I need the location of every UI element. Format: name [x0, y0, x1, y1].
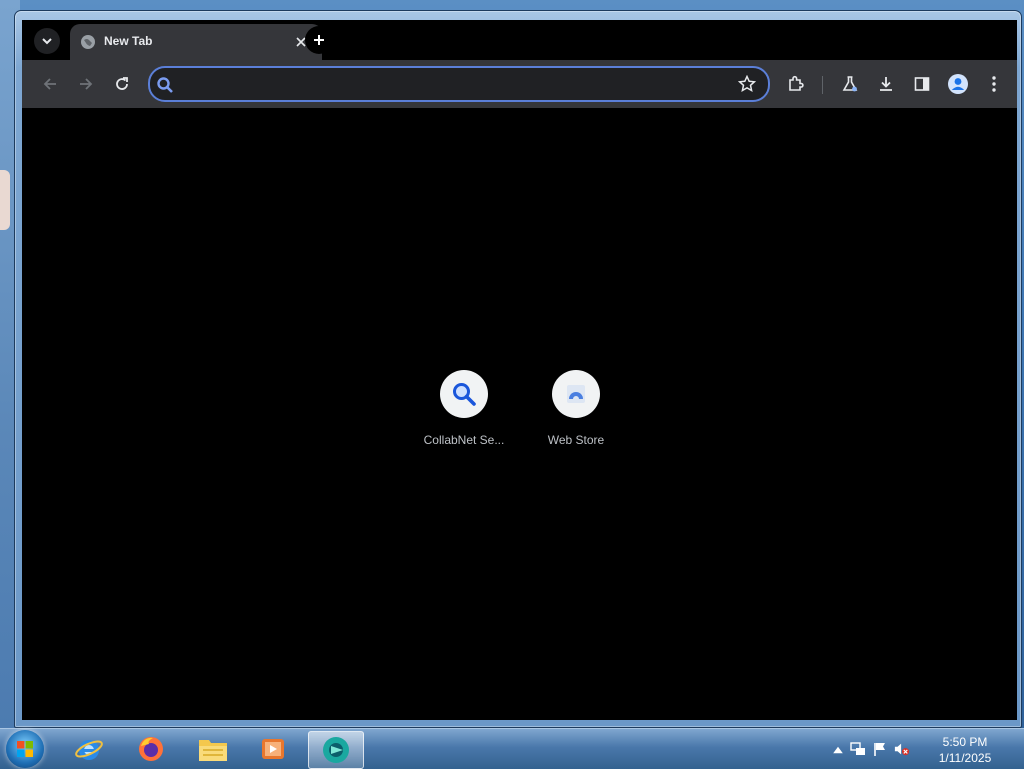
action-center-flag-icon[interactable] [872, 741, 888, 757]
extensions-icon [789, 75, 804, 91]
network-icon[interactable] [850, 741, 866, 757]
toolbar-separator [822, 76, 823, 94]
clock-time: 5:50 PM [942, 735, 988, 749]
back-button[interactable] [38, 72, 62, 96]
file-explorer-icon [199, 740, 227, 761]
taskbar-file-explorer[interactable] [186, 731, 240, 767]
start-button[interactable] [6, 730, 44, 768]
shortcut-tile[interactable]: Web Store [520, 370, 632, 447]
reload-button[interactable] [110, 72, 134, 96]
chevron-down-icon [42, 38, 52, 45]
back-icon [43, 78, 56, 90]
profile-icon [948, 74, 968, 94]
side-panel-icon [914, 77, 930, 91]
web-store-icon [567, 385, 585, 403]
plus-icon [314, 35, 324, 45]
reload-icon [116, 77, 128, 90]
show-hidden-icons-arrow-icon[interactable] [830, 742, 846, 758]
menu-icon [992, 76, 996, 92]
tab-title: New Tab [104, 34, 153, 48]
forward-button[interactable] [74, 72, 98, 96]
tab-new-tab[interactable]: New Tab [70, 24, 322, 60]
shortcut-label: CollabNet Se... [423, 433, 505, 447]
bookmark-star-icon[interactable] [738, 75, 756, 93]
side-panel-button[interactable] [910, 72, 934, 96]
chrome-app-icon [323, 737, 349, 763]
taskbar-clock[interactable]: 5:50 PM 1/11/2025 [930, 734, 1000, 766]
search-icon [157, 77, 173, 93]
taskbar-firefox[interactable] [124, 731, 178, 767]
taskbar: 5:50 PM 1/11/2025 [0, 728, 1024, 769]
shortcut-tile[interactable]: CollabNet Se... [408, 370, 520, 447]
taskbar-media-player[interactable] [246, 731, 300, 767]
system-tray: 5:50 PM 1/11/2025 [824, 729, 1004, 769]
firefox-icon [139, 737, 163, 761]
windows-logo-icon [17, 741, 33, 757]
browser: New Tab CollabNet Se... Web Store [22, 20, 1017, 720]
new-tab-page: CollabNet Se... Web Store [22, 108, 1017, 720]
search-icon [453, 383, 476, 406]
tab-strip: New Tab [22, 20, 1017, 60]
shortcut-label: Web Store [547, 433, 605, 447]
taskbar-internet-explorer[interactable] [62, 731, 116, 767]
labs-button[interactable] [838, 72, 862, 96]
taskbar-chrome-app[interactable] [308, 731, 364, 769]
downloads-button[interactable] [874, 72, 898, 96]
address-bar[interactable] [148, 66, 770, 102]
menu-button[interactable] [982, 72, 1006, 96]
volume-muted-icon[interactable] [894, 741, 910, 757]
clock-date: 1/11/2025 [938, 751, 992, 765]
download-icon [880, 77, 892, 91]
forward-icon [80, 78, 93, 90]
tab-search-button[interactable] [34, 28, 60, 54]
new-tab-button[interactable] [305, 26, 333, 54]
globe-icon [81, 35, 95, 49]
extensions-button[interactable] [784, 72, 808, 96]
shortcut-icon-circle [552, 370, 600, 418]
toolbar [22, 60, 1017, 108]
profile-button[interactable] [946, 72, 970, 96]
shortcut-icon-circle [440, 370, 488, 418]
desktop-fragment [0, 170, 10, 230]
internet-explorer-icon [75, 740, 103, 760]
address-input[interactable] [184, 72, 728, 98]
media-player-icon [262, 739, 284, 759]
labs-flask-icon [842, 76, 858, 92]
